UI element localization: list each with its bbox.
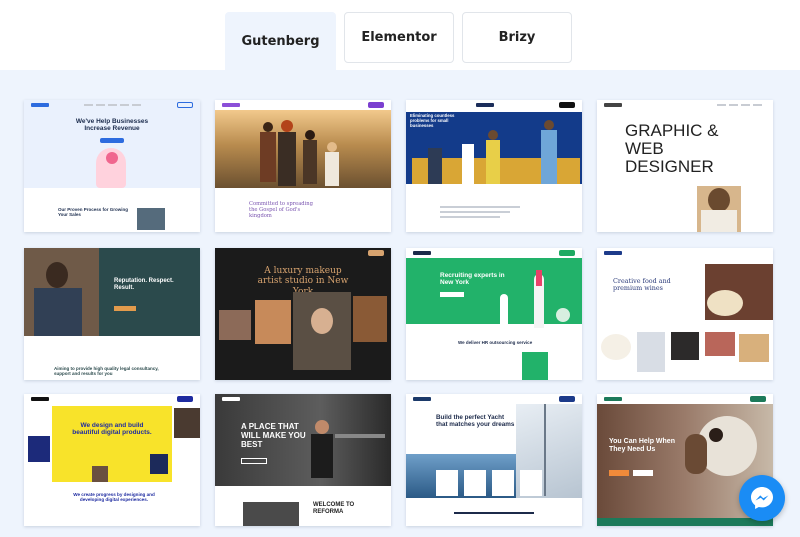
tab-elementor[interactable]: Elementor — [344, 12, 454, 63]
template-card-gym[interactable]: A PLACE THAT WILL MAKE YOU BEST WELCOME … — [215, 394, 391, 526]
template-card-designer[interactable]: GRAPHIC & WEB DESIGNER — [597, 100, 773, 232]
template-headline: Build the perfect Yacht that matches you… — [436, 414, 515, 429]
template-headline: We design and build beautiful digital pr… — [72, 422, 152, 437]
template-card-agency[interactable]: We design and build beautiful digital pr… — [24, 394, 200, 526]
builder-tab-bar: Gutenberg Elementor Brizy — [0, 0, 800, 70]
template-headline: Committed to spreading the Gospel of God… — [249, 201, 313, 219]
template-card-yacht[interactable]: Build the perfect Yacht that matches you… — [406, 394, 582, 526]
template-card-recruiting[interactable]: Recruiting experts in New York We delive… — [406, 248, 582, 380]
template-card-restaurant[interactable]: Creative food and premium wines — [597, 248, 773, 380]
template-headline: Creative food and premium wines — [613, 277, 671, 293]
tab-gutenberg[interactable]: Gutenberg — [225, 12, 336, 70]
template-subhead: We create progress by designing and deve… — [73, 492, 155, 503]
template-headline: Reputation. Respect. Result. — [114, 278, 174, 291]
template-card-business[interactable]: We've Help Businesses Increase Revenue O… — [24, 100, 200, 232]
template-headline: You Can Help When They Need Us — [609, 438, 675, 454]
template-headline: Recruiting experts in New York — [440, 272, 505, 287]
messenger-icon — [751, 487, 773, 509]
messenger-chat-button[interactable] — [739, 475, 785, 521]
template-subhead: We deliver HR outsourcing service — [458, 340, 533, 345]
template-headline: GRAPHIC & WEB DESIGNER — [625, 121, 719, 176]
template-gallery: We've Help Businesses Increase Revenue O… — [0, 70, 800, 537]
template-card-church[interactable]: Committed to spreading the Gospel of God… — [215, 100, 391, 232]
template-headline: We've Help Businesses Increase Revenue — [75, 118, 149, 133]
template-subhead: WELCOME TO REFORMA — [313, 502, 355, 515]
template-card-legal[interactable]: Reputation. Respect. Result. Aiming to p… — [24, 248, 200, 380]
template-subhead: Our Proven Process for Growing Your Sale… — [58, 207, 129, 218]
template-card-consulting[interactable]: Eliminating countless problems for small… — [406, 100, 582, 232]
tab-brizy[interactable]: Brizy — [462, 12, 572, 63]
template-headline: A PLACE THAT WILL MAKE YOU BEST — [241, 422, 306, 450]
template-subhead: Aiming to provide high quality legal con… — [54, 366, 159, 377]
template-headline: Eliminating countless problems for small… — [410, 113, 455, 128]
template-card-makeup[interactable]: A luxury makeup artist studio in New Yor… — [215, 248, 391, 380]
